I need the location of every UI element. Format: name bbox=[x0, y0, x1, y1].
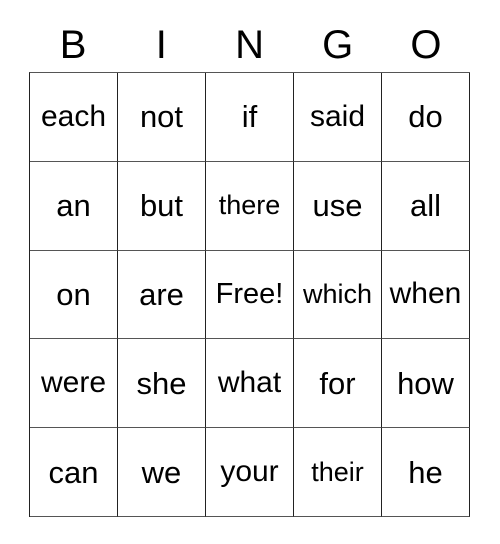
bingo-cell-label: she bbox=[136, 365, 187, 401]
bingo-grid-row: each not if said do bbox=[30, 73, 470, 162]
bingo-cell-b1[interactable]: each bbox=[30, 73, 118, 162]
bingo-header-letter-n: N bbox=[205, 18, 293, 72]
bingo-cell-label: are bbox=[139, 276, 184, 312]
bingo-cell-i5[interactable]: we bbox=[118, 428, 206, 517]
bingo-cell-label: not bbox=[139, 99, 184, 135]
bingo-cell-label: do bbox=[408, 99, 443, 135]
header-letter-text: I bbox=[155, 23, 167, 67]
bingo-cell-i2[interactable]: but bbox=[118, 161, 206, 251]
bingo-cell-label: on bbox=[56, 276, 91, 312]
bingo-cell-g1[interactable]: said bbox=[294, 73, 382, 162]
header-letter-text: N bbox=[235, 23, 264, 67]
bingo-cell-o5[interactable]: he bbox=[382, 428, 470, 517]
bingo-cell-i3[interactable]: are bbox=[118, 250, 206, 340]
bingo-header-row: B I N G O bbox=[29, 18, 470, 72]
header-letter-text: O bbox=[410, 23, 442, 67]
bingo-grid: each not if said do an but there use all… bbox=[29, 72, 470, 517]
bingo-cell-free-space[interactable]: Free! bbox=[206, 250, 294, 340]
bingo-cell-label: an bbox=[56, 188, 91, 224]
bingo-cell-label: but bbox=[139, 188, 184, 224]
bingo-cell-n2[interactable]: there bbox=[206, 161, 294, 251]
bingo-card: B I N G O each not if said do an but the… bbox=[0, 0, 500, 544]
bingo-cell-b4[interactable]: were bbox=[30, 339, 118, 429]
header-letter-text: B bbox=[59, 23, 87, 67]
bingo-cell-label: can bbox=[48, 454, 99, 490]
bingo-cell-label: which bbox=[302, 278, 373, 309]
bingo-cell-label: when bbox=[389, 277, 462, 311]
bingo-cell-label: we bbox=[141, 454, 182, 490]
bingo-cell-label: there bbox=[218, 190, 281, 221]
bingo-cell-g4[interactable]: for bbox=[294, 339, 382, 429]
bingo-cell-b3[interactable]: on bbox=[30, 250, 118, 340]
bingo-cell-label: were bbox=[40, 366, 107, 400]
bingo-cell-label: for bbox=[319, 365, 356, 401]
bingo-cell-label: how bbox=[397, 365, 454, 401]
bingo-free-space-label: Free! bbox=[215, 277, 284, 310]
bingo-cell-i4[interactable]: she bbox=[118, 339, 206, 429]
bingo-cell-o3[interactable]: when bbox=[382, 250, 470, 340]
bingo-cell-o4[interactable]: how bbox=[382, 339, 470, 429]
bingo-cell-o2[interactable]: all bbox=[382, 161, 470, 251]
bingo-cell-label: if bbox=[241, 99, 258, 135]
bingo-header-letter-b: B bbox=[29, 18, 117, 72]
bingo-grid-row: can we your their he bbox=[30, 428, 470, 517]
bingo-cell-g5[interactable]: their bbox=[294, 428, 382, 517]
bingo-cell-g3[interactable]: which bbox=[294, 250, 382, 340]
bingo-cell-n4[interactable]: what bbox=[206, 339, 294, 429]
bingo-cell-label: use bbox=[312, 188, 363, 224]
bingo-cell-label: said bbox=[309, 99, 366, 133]
bingo-cell-i1[interactable]: not bbox=[118, 73, 206, 162]
bingo-cell-o1[interactable]: do bbox=[382, 73, 470, 162]
bingo-cell-b5[interactable]: can bbox=[30, 428, 118, 517]
bingo-cell-label: he bbox=[408, 454, 443, 490]
bingo-cell-g2[interactable]: use bbox=[294, 161, 382, 251]
bingo-header-letter-g: G bbox=[294, 18, 382, 72]
bingo-grid-row: on are Free! which when bbox=[30, 250, 470, 340]
header-letter-text: G bbox=[322, 23, 354, 67]
bingo-cell-label: their bbox=[311, 456, 364, 487]
bingo-header-letter-o: O bbox=[382, 18, 470, 72]
bingo-grid-row: an but there use all bbox=[30, 161, 470, 251]
bingo-grid-row: were she what for how bbox=[30, 339, 470, 429]
bingo-cell-label: all bbox=[409, 188, 441, 224]
bingo-cell-label: what bbox=[217, 366, 282, 400]
bingo-cell-b2[interactable]: an bbox=[30, 161, 118, 251]
bingo-header-letter-i: I bbox=[117, 18, 205, 72]
bingo-cell-n5[interactable]: your bbox=[206, 428, 294, 517]
bingo-cell-label: each bbox=[40, 99, 107, 133]
bingo-cell-n1[interactable]: if bbox=[206, 73, 294, 162]
bingo-cell-label: your bbox=[220, 455, 279, 489]
